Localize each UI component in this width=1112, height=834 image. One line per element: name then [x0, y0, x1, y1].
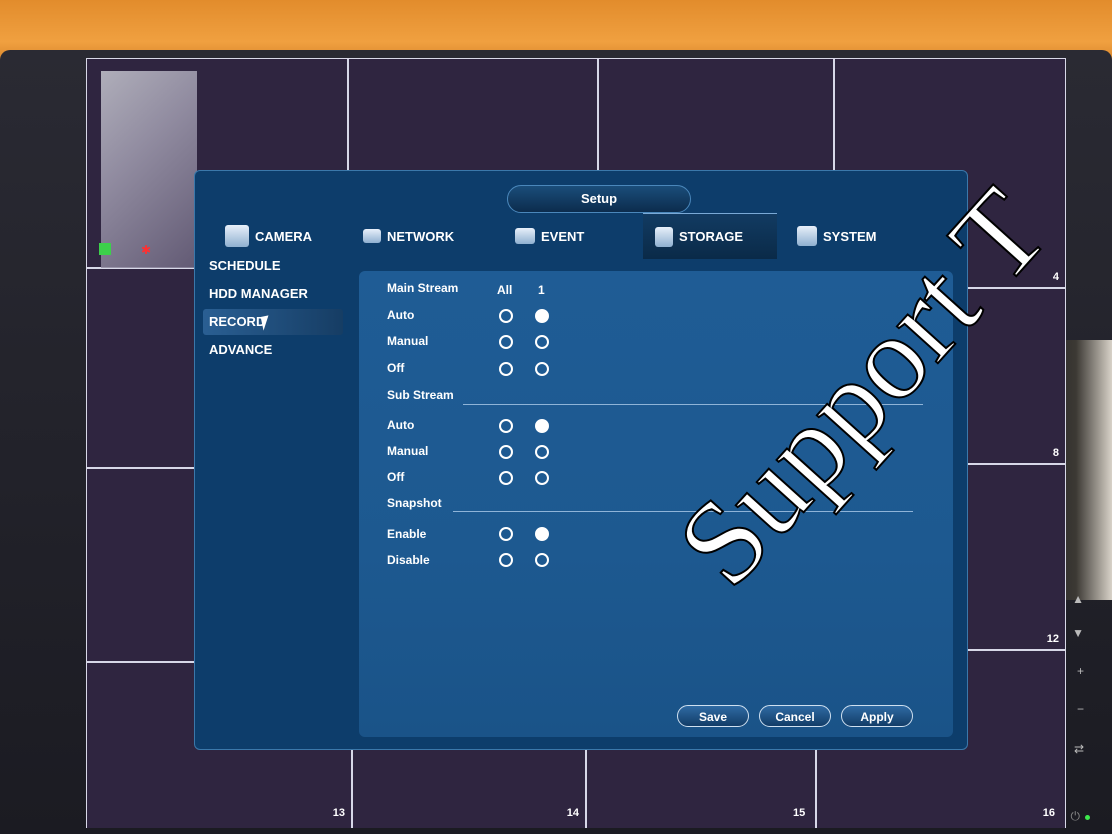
setup-dialog: Setup CAMERA NETWORK EVENT STORAGE SYSTE… [194, 170, 968, 750]
tab-system-label: SYSTEM [823, 228, 877, 244]
sub-stream-title: Sub Stream [387, 388, 454, 402]
sub-manual-label: Manual [387, 444, 429, 458]
menu-item-advance[interactable]: ADVANCE [203, 337, 343, 363]
cell-number-12: 12 [1046, 633, 1059, 645]
bezel-input-button[interactable]: ⇄ [1074, 742, 1084, 756]
tab-event-label: EVENT [541, 228, 585, 244]
cancel-button[interactable]: Cancel [759, 705, 831, 727]
main-manual-all-radio[interactable] [499, 335, 513, 349]
sub-manual-all-radio[interactable] [499, 445, 513, 459]
record-status-icon [99, 243, 111, 255]
main-manual-ch1-radio[interactable] [535, 335, 549, 349]
main-auto-label: Auto [387, 308, 415, 322]
cell-number-14: 14 [566, 807, 579, 819]
bezel-plus-button[interactable]: + [1077, 664, 1084, 678]
main-off-ch1-radio[interactable] [535, 362, 549, 376]
menu-item-record[interactable]: RECORD [203, 309, 343, 335]
snapshot-enable-ch1-radio[interactable] [535, 527, 549, 541]
dialog-title: Setup [507, 185, 691, 213]
tab-camera-label: CAMERA [255, 228, 313, 244]
power-led [1085, 815, 1090, 820]
cell-number-4: 4 [1052, 271, 1059, 283]
tab-storage[interactable]: STORAGE [643, 213, 777, 259]
main-stream-title: Main Stream [387, 281, 459, 295]
snapshot-divider [453, 511, 913, 512]
sub-off-label: Off [387, 470, 405, 484]
camera-icon [225, 225, 249, 247]
main-off-label: Off [387, 361, 405, 375]
snapshot-disable-ch1-radio[interactable] [535, 553, 549, 567]
tab-system[interactable]: SYSTEM [785, 213, 919, 259]
menu-item-schedule[interactable]: SCHEDULE [203, 253, 343, 279]
tab-network[interactable]: NETWORK [351, 213, 491, 259]
bezel-down-button[interactable]: ▼ [1072, 626, 1084, 640]
sub-auto-all-radio[interactable] [499, 419, 513, 433]
main-off-all-radio[interactable] [499, 362, 513, 376]
storage-icon [655, 226, 673, 247]
event-icon [515, 228, 535, 244]
main-auto-ch1-radio[interactable] [535, 309, 549, 323]
snapshot-enable-all-radio[interactable] [499, 527, 513, 541]
motion-alarm-icon: ✱ [141, 243, 152, 257]
tab-network-label: NETWORK [387, 228, 455, 244]
record-settings-panel: Main Stream All 1 Auto Manual Off Sub St… [359, 271, 953, 737]
system-icon [797, 226, 817, 246]
snapshot-title: Snapshot [387, 496, 442, 510]
main-auto-all-radio[interactable] [499, 309, 513, 323]
sub-stream-divider [463, 404, 923, 405]
sub-manual-ch1-radio[interactable] [535, 445, 549, 459]
sub-auto-ch1-radio[interactable] [535, 419, 549, 433]
sub-off-all-radio[interactable] [499, 471, 513, 485]
cell-number-8: 8 [1052, 447, 1059, 459]
left-menu: SCHEDULE HDD MANAGER RECORD ADVANCE [199, 251, 349, 731]
cell-number-13: 13 [332, 807, 345, 819]
bezel-minus-button[interactable]: − [1077, 702, 1084, 716]
sub-auto-label: Auto [387, 418, 415, 432]
tab-event[interactable]: EVENT [503, 213, 633, 259]
tab-storage-label: STORAGE [679, 229, 744, 244]
menu-item-hdd-manager[interactable]: HDD MANAGER [203, 281, 343, 307]
bezel-up-button[interactable]: ▲ [1072, 592, 1084, 606]
cell-number-15: 15 [793, 807, 806, 819]
save-button[interactable]: Save [677, 705, 749, 727]
apply-button[interactable]: Apply [841, 705, 913, 727]
snapshot-disable-label: Disable [387, 553, 430, 567]
camera-preview [101, 71, 197, 271]
column-all: All [497, 283, 513, 297]
cell-number-16: 16 [1042, 807, 1055, 819]
power-icon[interactable]: ⏻ [1071, 809, 1081, 824]
snapshot-enable-label: Enable [387, 527, 427, 541]
main-manual-label: Manual [387, 334, 429, 348]
column-channel-1: 1 [538, 283, 545, 297]
network-icon [363, 229, 381, 243]
snapshot-disable-all-radio[interactable] [499, 553, 513, 567]
sub-off-ch1-radio[interactable] [535, 471, 549, 485]
